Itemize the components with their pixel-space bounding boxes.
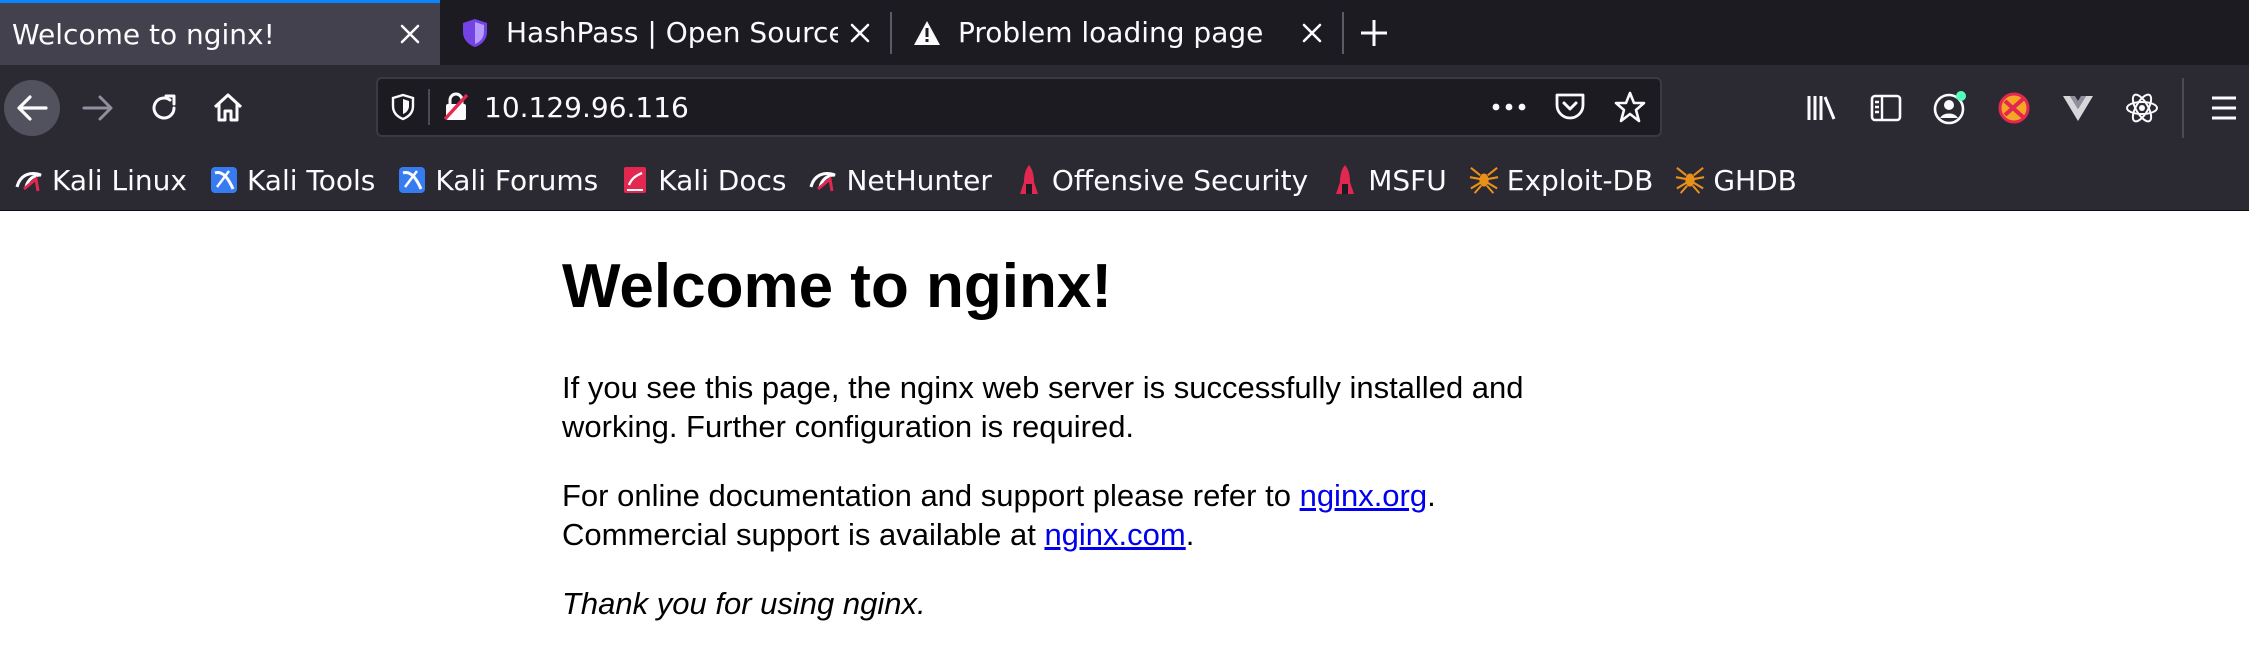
tab-strip: Welcome to nginx! HashPass | Open Source… xyxy=(0,0,2249,65)
arrow-right-icon xyxy=(82,95,113,120)
ghdb-spider-icon xyxy=(1675,165,1705,195)
bookmark-kali-forums[interactable]: Kali Forums xyxy=(397,164,598,197)
bookmark-ghdb[interactable]: GHDB xyxy=(1675,164,1797,197)
tab-title: Welcome to nginx! xyxy=(12,17,275,51)
home-icon xyxy=(213,93,243,121)
bookmark-label: MSFU xyxy=(1368,163,1447,197)
tab-problem-loading[interactable]: Problem loading page xyxy=(892,0,1342,65)
nginx-org-link[interactable]: nginx.org xyxy=(1300,478,1428,513)
page-heading: Welcome to nginx! xyxy=(562,252,1113,321)
close-icon[interactable] xyxy=(1290,11,1334,55)
navigation-toolbar: 10.129.96.116 xyxy=(0,65,2249,150)
commercial-text: Commercial support is available at xyxy=(562,517,1045,553)
kali-forums-icon xyxy=(397,165,427,195)
tab-title: Problem loading page xyxy=(958,16,1264,49)
bookmarks-toolbar: Kali Linux Kali Tools Kali Forums Kali D… xyxy=(0,150,2249,211)
warning-icon xyxy=(912,18,942,48)
extension-blocker-icon[interactable] xyxy=(1982,76,2046,140)
bookmark-label: GHDB xyxy=(1713,163,1797,197)
kali-dragon-icon xyxy=(14,165,44,195)
tab-title: HashPass | Open Source xyxy=(506,16,838,49)
bookmark-kali-docs[interactable]: Kali Docs xyxy=(620,164,786,197)
support-paragraph: For online documentation and support ple… xyxy=(562,476,1572,554)
new-tab-button[interactable] xyxy=(1344,0,1404,65)
url-text[interactable]: 10.129.96.116 xyxy=(484,91,689,124)
vue-devtools-icon[interactable] xyxy=(2046,76,2110,140)
bookmark-msfu[interactable]: MSFU xyxy=(1330,164,1447,197)
bookmark-label: Exploit-DB xyxy=(1506,163,1654,197)
insecure-lock-icon[interactable] xyxy=(442,92,470,122)
bookmark-label: Offensive Security xyxy=(1051,163,1309,197)
bookmark-nethunter[interactable]: NetHunter xyxy=(808,163,992,197)
home-button[interactable] xyxy=(200,80,256,136)
kali-tools-icon xyxy=(209,165,239,195)
bookmark-label: NetHunter xyxy=(846,163,992,197)
bookmark-kali-tools[interactable]: Kali Tools xyxy=(209,164,375,197)
commercial-suffix: . xyxy=(1185,517,1195,553)
thanks-paragraph: Thank you for using nginx. xyxy=(562,584,1572,623)
close-icon[interactable] xyxy=(838,11,882,55)
url-actions xyxy=(1492,79,1646,135)
sidebar-icon[interactable] xyxy=(1854,76,1918,140)
bookmark-offensive-security[interactable]: Offensive Security xyxy=(1014,164,1308,197)
bookmark-label: Kali Tools xyxy=(246,163,376,197)
thanks-text: Thank you for using nginx. xyxy=(562,586,926,622)
url-bar[interactable]: 10.129.96.116 xyxy=(376,77,1662,137)
url-separator xyxy=(428,89,430,125)
tracking-protection-shield-icon[interactable] xyxy=(390,93,416,121)
library-icon[interactable] xyxy=(1790,76,1854,140)
account-icon[interactable] xyxy=(1918,76,1982,140)
msfu-icon xyxy=(1330,165,1360,195)
react-devtools-icon[interactable] xyxy=(2110,76,2174,140)
bookmark-star-icon[interactable] xyxy=(1614,91,1646,123)
toolbar-separator xyxy=(2182,77,2184,138)
close-icon[interactable] xyxy=(388,12,432,56)
toolbar-right xyxy=(1790,65,2249,150)
tab-hashpass[interactable]: HashPass | Open Source xyxy=(440,0,890,65)
forward-button[interactable] xyxy=(70,80,126,136)
tab-welcome-nginx[interactable]: Welcome to nginx! xyxy=(0,0,440,65)
docs-text: For online documentation and support ple… xyxy=(562,478,1300,514)
docs-suffix: . xyxy=(1427,478,1436,514)
plus-icon xyxy=(1361,19,1387,46)
nginx-welcome-content: Welcome to nginx! If you see this page, … xyxy=(562,251,1662,653)
bookmark-label: Kali Docs xyxy=(658,163,787,197)
back-button[interactable] xyxy=(4,79,60,136)
bookmark-exploit-db[interactable]: Exploit-DB xyxy=(1469,163,1654,197)
offsec-icon xyxy=(1014,165,1044,195)
bookmark-label: Kali Forums xyxy=(435,163,599,197)
intro-paragraph: If you see this page, the nginx web serv… xyxy=(562,370,1524,445)
nethunter-icon xyxy=(808,165,838,195)
pocket-icon[interactable] xyxy=(1554,92,1586,122)
bookmark-kali-linux[interactable]: Kali Linux xyxy=(14,164,187,197)
exploitdb-spider-icon xyxy=(1469,165,1499,195)
reload-button[interactable] xyxy=(136,80,192,136)
reload-icon xyxy=(152,94,176,119)
arrow-left-icon xyxy=(17,94,48,121)
page-actions-icon[interactable] xyxy=(1492,103,1526,111)
nginx-com-link[interactable]: nginx.com xyxy=(1044,517,1185,552)
page-viewport: Welcome to nginx! If you see this page, … xyxy=(0,211,2249,672)
kali-docs-icon xyxy=(620,165,650,195)
hamburger-menu-icon[interactable] xyxy=(2192,76,2249,140)
shield-icon xyxy=(460,18,490,48)
bookmark-label: Kali Linux xyxy=(52,163,187,197)
